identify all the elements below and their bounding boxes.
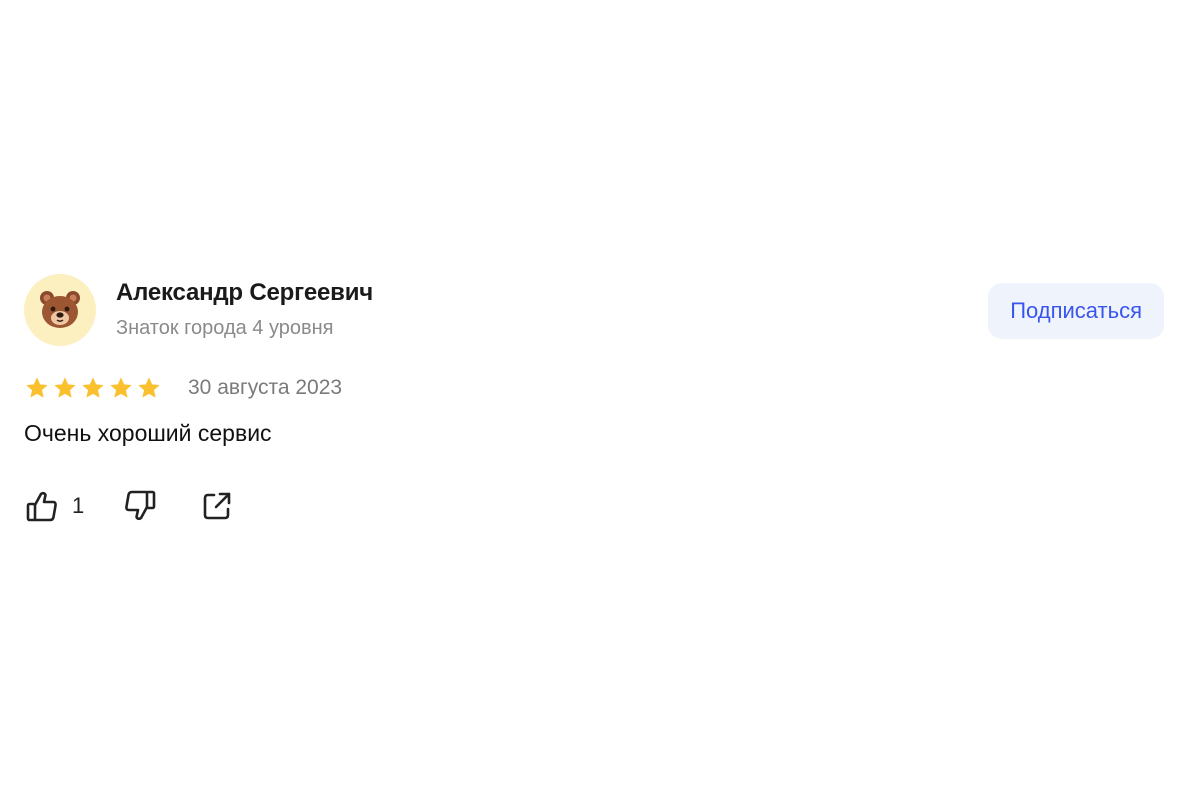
review-meta: 30 августа 2023 — [24, 374, 342, 402]
star-icon — [136, 375, 162, 401]
star-icon — [52, 375, 78, 401]
share-button[interactable] — [200, 489, 234, 523]
review-date: 30 августа 2023 — [188, 376, 343, 399]
avatar[interactable] — [24, 274, 96, 346]
thumbs-up-icon — [26, 491, 57, 522]
review-actions: 1 — [24, 486, 234, 526]
thumbs-down-icon — [125, 490, 156, 521]
rating-stars — [24, 375, 162, 401]
dislike-button[interactable] — [122, 488, 158, 524]
star-icon — [24, 375, 50, 401]
author-info: Александр Сергеевич Знаток города 4 уров… — [116, 278, 373, 340]
review-header: Александр Сергеевич Знаток города 4 уров… — [24, 274, 1164, 348]
share-icon — [203, 492, 231, 520]
review-text: Очень хороший сервис — [24, 420, 272, 446]
author-name[interactable]: Александр Сергеевич — [116, 278, 373, 308]
star-icon — [80, 375, 106, 401]
bear-face-icon — [40, 291, 80, 328]
review-card: Александр Сергеевич Знаток города 4 уров… — [24, 274, 1164, 522]
subscribe-button[interactable]: Подписаться — [988, 283, 1164, 339]
like-button[interactable]: 1 — [24, 488, 84, 524]
star-icon — [108, 375, 134, 401]
author-level: Знаток города 4 уровня — [116, 317, 334, 339]
like-count: 1 — [72, 493, 85, 518]
